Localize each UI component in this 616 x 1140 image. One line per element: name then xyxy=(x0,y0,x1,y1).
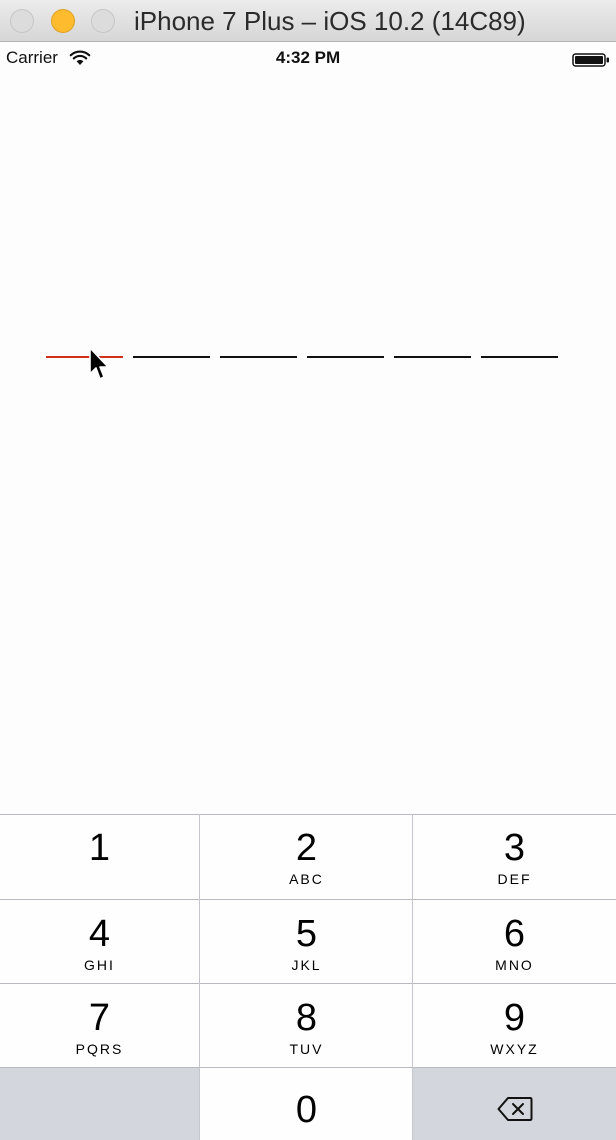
key-6[interactable]: 6 MNO xyxy=(413,900,616,983)
key-digit: 3 xyxy=(503,827,526,869)
key-letters: PQRS xyxy=(75,1041,124,1057)
key-2[interactable]: 2 ABC xyxy=(200,814,413,899)
key-letters: MNO xyxy=(495,957,534,973)
backspace-icon xyxy=(497,1097,533,1121)
key-digit: 8 xyxy=(295,997,318,1039)
key-digit: 1 xyxy=(88,827,111,869)
key-blank xyxy=(0,1068,199,1140)
number-pad: 1 2 ABC 3 DEF 4 GHI 5 JKL 6 MNO 7 PQRS 8… xyxy=(0,814,616,1140)
key-digit: 4 xyxy=(88,913,111,955)
key-digit: 5 xyxy=(295,913,318,955)
key-letters: DEF xyxy=(497,871,532,887)
key-5[interactable]: 5 JKL xyxy=(200,900,413,983)
key-letters: GHI xyxy=(84,957,115,973)
app-content xyxy=(0,74,616,814)
code-digit-field-3[interactable] xyxy=(220,356,297,358)
minimize-button[interactable] xyxy=(51,9,75,33)
status-time: 4:32 PM xyxy=(275,48,341,67)
code-digit-field-5[interactable] xyxy=(394,356,471,358)
key-7[interactable]: 7 PQRS xyxy=(0,984,199,1067)
key-letters: WXYZ xyxy=(490,1041,539,1057)
status-bar: Carrier 4:32 PM xyxy=(0,42,616,74)
code-digit-field-4[interactable] xyxy=(307,356,384,358)
key-1[interactable]: 1 xyxy=(0,814,199,899)
close-button[interactable] xyxy=(10,9,34,33)
code-digit-field-2[interactable] xyxy=(133,356,210,358)
key-8[interactable]: 8 TUV xyxy=(200,984,413,1067)
key-letters: ABC xyxy=(289,871,324,887)
zoom-button[interactable] xyxy=(91,9,115,33)
key-digit: 7 xyxy=(88,997,111,1039)
key-letters: JKL xyxy=(291,957,322,973)
key-letters: TUV xyxy=(289,1041,324,1057)
key-digit: 2 xyxy=(295,827,318,869)
key-4[interactable]: 4 GHI xyxy=(0,900,199,983)
key-digit: 0 xyxy=(295,1089,318,1131)
simulator-title-bar: iPhone 7 Plus – iOS 10.2 (14C89) xyxy=(0,0,616,42)
key-9[interactable]: 9 WXYZ xyxy=(413,984,616,1067)
battery-icon xyxy=(572,53,609,67)
key-3[interactable]: 3 DEF xyxy=(413,814,616,899)
code-digit-field-6[interactable] xyxy=(481,356,558,358)
key-digit: 6 xyxy=(503,913,526,955)
key-digit: 9 xyxy=(503,997,526,1039)
key-0[interactable]: 0 xyxy=(200,1068,413,1140)
window-title: iPhone 7 Plus – iOS 10.2 (14C89) xyxy=(134,6,526,36)
mouse-pointer-icon xyxy=(89,347,109,380)
